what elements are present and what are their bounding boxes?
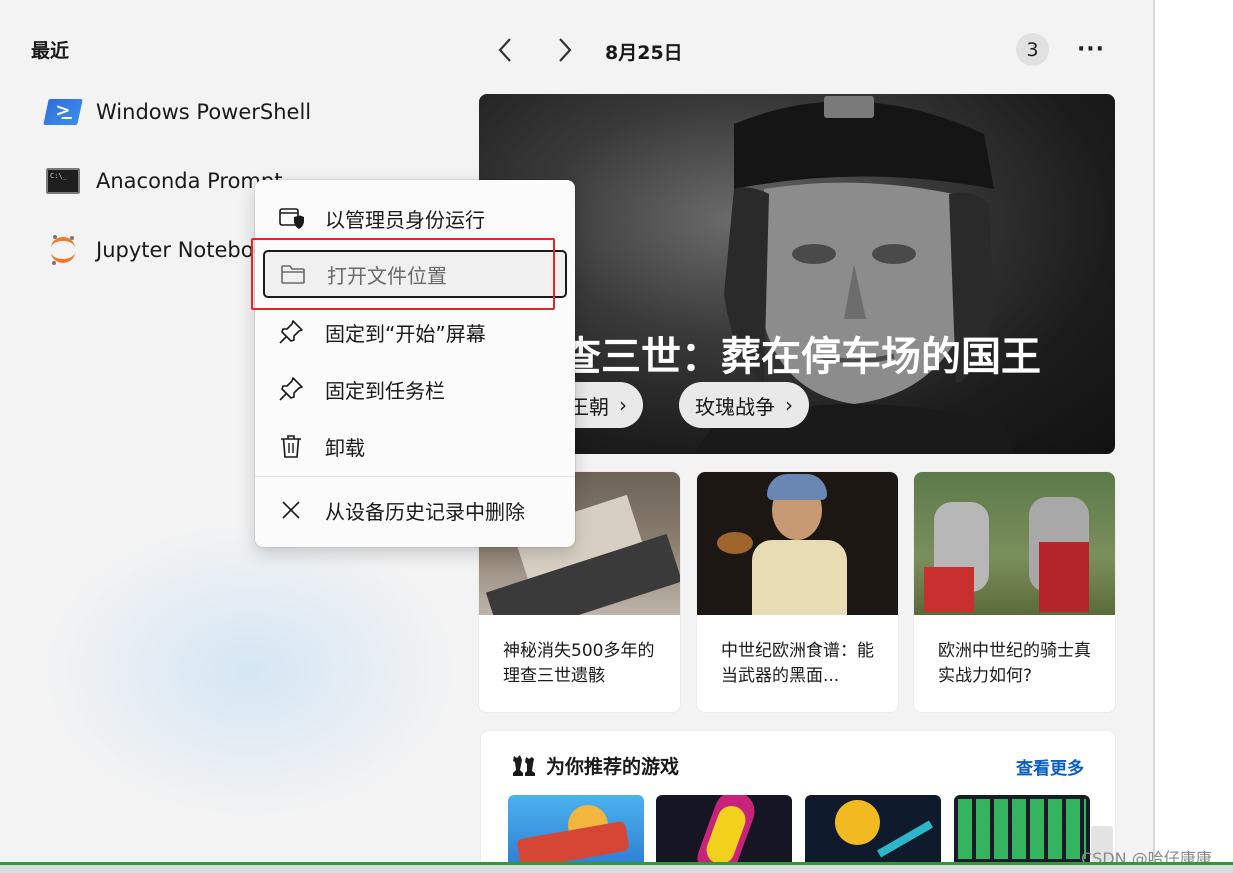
news-thumbnail [697, 472, 898, 615]
app-label: Windows PowerShell [96, 100, 312, 124]
trash-icon [277, 432, 305, 460]
shield-admin-icon [277, 204, 305, 232]
tag-chip[interactable]: 玫瑰战争 › [679, 382, 809, 428]
menu-item-pin-to-taskbar[interactable]: 固定到任务栏 [263, 365, 567, 413]
notification-badge[interactable]: 3 [1016, 33, 1049, 66]
app-item-jupyter[interactable]: Jupyter Notebook [46, 230, 279, 270]
news-thumbnail [914, 472, 1115, 615]
app-item-anaconda[interactable]: C:\_ Anaconda Prompt [46, 161, 282, 201]
news-card[interactable]: 欧洲中世纪的骑士真实战力如何? [914, 472, 1115, 712]
pin-icon [277, 318, 305, 346]
news-card[interactable]: 中世纪欧洲食谱：能当武器的黑面... [697, 472, 898, 712]
menu-item-label: 固定到任务栏 [325, 378, 445, 403]
see-more-link[interactable]: 查看更多 [1016, 754, 1084, 779]
game-tile[interactable] [805, 795, 941, 865]
hero-title: 查三世：葬在停车场的国王 [561, 334, 1041, 380]
menu-item-pin-to-start[interactable]: 固定到“开始”屏幕 [263, 308, 567, 356]
game-tile[interactable] [656, 795, 792, 865]
chevron-right-icon: › [619, 393, 627, 417]
game-tile[interactable] [954, 795, 1090, 865]
chevron-left-icon [498, 38, 511, 62]
chevron-right-icon: › [785, 393, 793, 417]
news-caption: 神秘消失500多年的理查三世遗骸 [503, 641, 655, 686]
menu-item-uninstall[interactable]: 卸载 [263, 422, 567, 470]
games-title: 为你推荐的游戏 [546, 756, 680, 778]
menu-separator [255, 476, 575, 477]
app-item-powershell[interactable]: > Windows PowerShell [43, 92, 312, 132]
date-label: 8月25日 [605, 42, 683, 64]
menu-item-label: 固定到“开始”屏幕 [325, 321, 486, 346]
context-menu: 以管理员身份运行 打开文件位置 固定到“开始”屏幕 固定到任务栏 卸载 从设备历… [255, 180, 575, 547]
highlight-annotation [251, 238, 555, 310]
tag-label: 玫瑰战争 [695, 394, 775, 419]
forward-button[interactable] [548, 33, 582, 67]
news-caption: 中世纪欧洲食谱：能当武器的黑面... [721, 641, 874, 686]
background-glow [40, 520, 460, 820]
recent-title: 最近 [31, 40, 70, 62]
menu-item-label: 以管理员身份运行 [325, 207, 485, 232]
close-icon [277, 496, 305, 524]
news-caption: 欧洲中世纪的骑士真实战力如何? [938, 641, 1091, 686]
powershell-icon: > [43, 97, 83, 127]
menu-item-remove-from-history[interactable]: 从设备历史记录中删除 [263, 486, 567, 534]
game-tile[interactable] [508, 795, 644, 865]
back-button[interactable] [488, 33, 522, 67]
chess-pieces-icon [513, 755, 535, 776]
desktop-strip [1155, 0, 1233, 873]
terminal-icon: C:\_ [46, 166, 80, 196]
jupyter-icon [46, 235, 80, 265]
chevron-right-icon [559, 38, 572, 62]
menu-item-label: 从设备历史记录中删除 [325, 499, 525, 524]
taskbar [0, 865, 1233, 873]
menu-item-label: 卸载 [325, 435, 365, 460]
menu-item-run-as-admin[interactable]: 以管理员身份运行 [263, 194, 567, 242]
more-options-button[interactable]: ··· [1074, 32, 1108, 66]
pin-icon [277, 375, 305, 403]
